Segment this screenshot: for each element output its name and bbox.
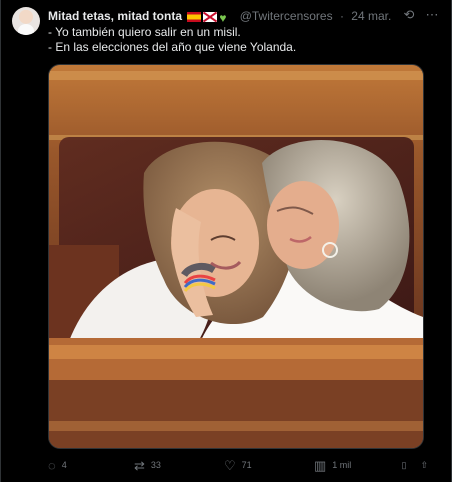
tweet-line-1: - Yo también quiero salir en un misil. — [48, 25, 241, 39]
tweet-actions: ◌ 4 ⇄ 33 ♡ 71 ▥ 1 mil ▯ ⇧ — [48, 454, 438, 476]
like-count: 71 — [241, 460, 252, 470]
retweet-icon: ⇄ — [134, 457, 145, 473]
tweet-photo[interactable] — [48, 64, 424, 449]
retweet-count: 33 — [150, 460, 161, 470]
grok-icon[interactable]: ⟲ — [402, 8, 416, 22]
tweet-header: Mitad tetas, mitad tonta ♥ @Twitercensor… — [48, 8, 412, 24]
reply-count: 4 — [61, 460, 67, 470]
like-button[interactable]: ♡ 71 — [224, 459, 314, 472]
bookmark-icon[interactable]: ▯ — [402, 460, 407, 471]
reply-icon: ◌ — [48, 457, 56, 473]
reply-button[interactable]: ◌ 4 — [48, 459, 134, 472]
more-icon[interactable]: ⋯ — [425, 8, 439, 22]
tweet-top-actions: ⟲ ⋯ — [402, 8, 439, 22]
spain-flag-icon — [187, 12, 202, 22]
avatar[interactable] — [12, 7, 40, 35]
photo-scene — [49, 65, 423, 448]
tweet-text: - Yo también quiero salir en un misil. -… — [48, 25, 436, 55]
username-handle[interactable]: @Twitercensores — [240, 9, 333, 23]
crossed-flag-icon — [203, 12, 218, 22]
green-heart-icon: ♥ — [219, 11, 227, 25]
heart-icon: ♡ — [224, 457, 236, 473]
tweet-date[interactable]: 24 mar. — [351, 9, 391, 23]
bookmark-share-group: ▯ ⇧ — [402, 460, 439, 471]
left-border — [0, 0, 1, 482]
display-name[interactable]: Mitad tetas, mitad tonta — [48, 9, 182, 23]
view-count: 1 mil — [332, 460, 352, 470]
dot-separator: · — [339, 9, 344, 23]
tweet-line-2: - En las elecciones del año que viene Yo… — [48, 40, 297, 54]
share-icon[interactable]: ⇧ — [420, 460, 428, 471]
views-icon: ▥ — [314, 457, 327, 473]
retweet-button[interactable]: ⇄ 33 — [134, 459, 224, 472]
views-button[interactable]: ▥ 1 mil — [314, 459, 398, 472]
